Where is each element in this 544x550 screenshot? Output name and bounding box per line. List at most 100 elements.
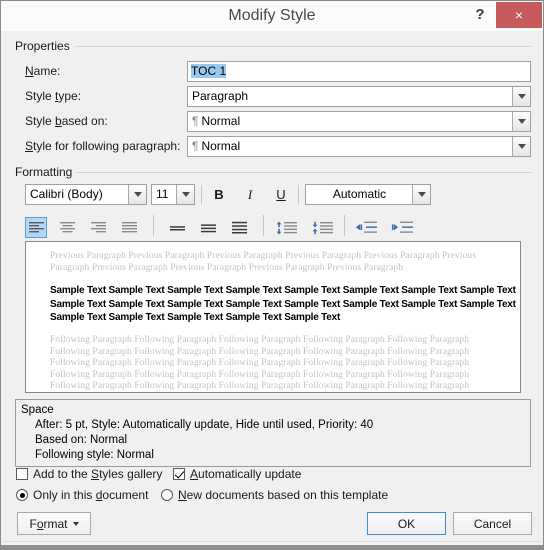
line-spacing-1-5-button[interactable] bbox=[197, 217, 219, 238]
style-type-label-pre: Style bbox=[25, 89, 56, 103]
pilcrow-icon: ¶ bbox=[192, 139, 199, 153]
line-spacing-single-icon bbox=[169, 225, 185, 230]
font-family-combo[interactable]: Calibri (Body) bbox=[25, 184, 147, 205]
modify-style-dialog: Modify Style ? × Properties Name: TOC 1 … bbox=[0, 0, 544, 550]
preview-following-line: Following Paragraph Following Paragraph … bbox=[50, 381, 470, 391]
add-to-styles-gallery-checkbox[interactable]: Add to the Styles gallery bbox=[16, 467, 162, 481]
preview-sample-line: Sample Text Sample Text Sample Text Samp… bbox=[50, 312, 341, 323]
align-right-icon bbox=[90, 221, 106, 232]
style-name-input[interactable]: TOC 1 bbox=[187, 61, 531, 82]
style-following-label: Style for following paragraph: bbox=[25, 139, 180, 153]
footer-divider bbox=[2, 541, 542, 542]
underline-button[interactable]: U bbox=[270, 184, 292, 205]
formatting-group-label: Formatting bbox=[15, 165, 78, 179]
style-based-on-combo[interactable]: ¶ Normal bbox=[187, 111, 531, 132]
description-line-space: Space bbox=[21, 404, 54, 416]
style-following-value: Normal bbox=[201, 139, 241, 153]
increase-indent-button[interactable] bbox=[389, 217, 415, 238]
new-documents-label: New documents based on this template bbox=[178, 488, 389, 502]
preview-sample-line: Sample Text Sample Text Sample Text Samp… bbox=[50, 298, 516, 310]
chevron-down-icon[interactable] bbox=[128, 185, 146, 204]
new-documents-radio[interactable]: New documents based on this template bbox=[161, 488, 388, 502]
window-bottom-border bbox=[1, 545, 543, 549]
chevron-down-icon[interactable] bbox=[512, 112, 530, 131]
align-center-icon bbox=[59, 221, 75, 232]
properties-group-line bbox=[15, 46, 531, 47]
italic-button[interactable]: I bbox=[239, 184, 261, 205]
align-left-icon bbox=[28, 221, 44, 232]
add-to-styles-gallery-label: Add to the Styles gallery bbox=[33, 467, 163, 481]
align-left-button[interactable] bbox=[25, 217, 47, 238]
description-line-following-style: Following style: Normal bbox=[35, 449, 154, 461]
chevron-down-icon[interactable] bbox=[176, 185, 194, 204]
preview-following-line: Following Paragraph Following Paragraph … bbox=[50, 346, 470, 357]
style-based-on-label-accel: b bbox=[55, 114, 62, 128]
style-preview-box: Previous Paragraph Previous Paragraph Pr… bbox=[25, 241, 521, 393]
chevron-down-icon[interactable] bbox=[412, 185, 430, 204]
toolbar-separator bbox=[298, 185, 299, 204]
chevron-down-icon[interactable] bbox=[512, 87, 530, 106]
font-family-value: Calibri (Body) bbox=[30, 187, 103, 201]
checkbox-box-checked[interactable] bbox=[173, 468, 185, 480]
style-based-on-label-post: ased on: bbox=[61, 114, 108, 128]
radio-button[interactable] bbox=[161, 489, 173, 501]
chevron-down-icon[interactable] bbox=[512, 137, 530, 156]
font-size-combo[interactable]: 11 bbox=[151, 184, 195, 205]
style-name-value: TOC 1 bbox=[191, 64, 227, 78]
properties-group: Properties bbox=[15, 39, 531, 53]
line-spacing-double-icon bbox=[231, 221, 247, 234]
increase-paragraph-spacing-icon bbox=[312, 221, 333, 234]
align-center-button[interactable] bbox=[56, 217, 78, 238]
preview-sample-line: Sample Text Sample Text Sample Text Samp… bbox=[50, 285, 516, 296]
toolbar-separator bbox=[263, 215, 264, 236]
decrease-indent-button[interactable] bbox=[353, 217, 379, 238]
font-color-combo[interactable]: Automatic bbox=[305, 184, 431, 205]
cancel-button-label: Cancel bbox=[473, 516, 512, 531]
only-this-document-label: Only in this document bbox=[33, 488, 149, 502]
preview-sample-paragraph: Sample Text Sample Text Sample Text Samp… bbox=[50, 284, 516, 325]
decrease-paragraph-spacing-button[interactable] bbox=[273, 217, 299, 238]
chevron-down-icon bbox=[72, 521, 79, 526]
checkbox-box[interactable] bbox=[16, 468, 28, 480]
description-line-based-on: Based on: Normal bbox=[35, 434, 128, 446]
line-spacing-1-5-icon bbox=[200, 223, 216, 232]
preview-previous-line: Paragraph Previous Paragraph Previous Pa… bbox=[50, 262, 404, 273]
style-type-combo[interactable]: Paragraph bbox=[187, 86, 531, 107]
help-icon[interactable]: ? bbox=[467, 2, 493, 28]
preview-following-line: Following Paragraph Following Paragraph … bbox=[50, 335, 470, 345]
bold-button[interactable]: B bbox=[208, 184, 230, 205]
decrease-indent-icon bbox=[355, 221, 377, 233]
formatting-group-line bbox=[15, 172, 531, 173]
style-based-on-label-pre: Style bbox=[25, 114, 56, 128]
ok-button[interactable]: OK bbox=[367, 512, 446, 535]
line-spacing-double-button[interactable] bbox=[228, 217, 250, 238]
page-title: Modify Style bbox=[228, 7, 316, 24]
only-this-document-radio[interactable]: Only in this document bbox=[16, 488, 148, 502]
line-spacing-single-button[interactable] bbox=[166, 217, 188, 238]
format-button-label: Format bbox=[29, 516, 68, 531]
automatically-update-checkbox[interactable]: Automatically update bbox=[173, 467, 301, 481]
preview-following-line: Following Paragraph Following Paragraph … bbox=[50, 358, 470, 368]
name-label-accel: N bbox=[25, 64, 34, 78]
properties-group-label: Properties bbox=[15, 39, 75, 53]
close-icon[interactable]: × bbox=[496, 2, 542, 28]
style-following-label-accel: S bbox=[25, 139, 34, 153]
preview-following-paragraphs: Following Paragraph Following Paragraph … bbox=[50, 335, 516, 392]
ok-button-label: OK bbox=[397, 516, 416, 531]
automatically-update-label: Automatically update bbox=[190, 467, 302, 481]
format-button[interactable]: Format bbox=[17, 512, 91, 535]
toolbar-separator bbox=[344, 215, 345, 236]
preview-following-line: Following Paragraph Following Paragraph … bbox=[50, 369, 470, 380]
cancel-button[interactable]: Cancel bbox=[453, 512, 532, 535]
radio-button-selected[interactable] bbox=[16, 489, 28, 501]
preview-previous-line: Previous Paragraph Previous Paragraph Pr… bbox=[50, 251, 477, 261]
style-type-value: Paragraph bbox=[192, 89, 249, 103]
align-justify-button[interactable] bbox=[118, 217, 140, 238]
align-right-button[interactable] bbox=[87, 217, 109, 238]
increase-paragraph-spacing-button[interactable] bbox=[309, 217, 335, 238]
style-based-on-label: Style based on: bbox=[25, 114, 108, 128]
style-following-label-post: tyle for following paragraph: bbox=[33, 139, 181, 153]
increase-indent-icon bbox=[391, 221, 413, 233]
style-following-combo[interactable]: ¶ Normal bbox=[187, 136, 531, 157]
pilcrow-icon: ¶ bbox=[192, 114, 199, 128]
